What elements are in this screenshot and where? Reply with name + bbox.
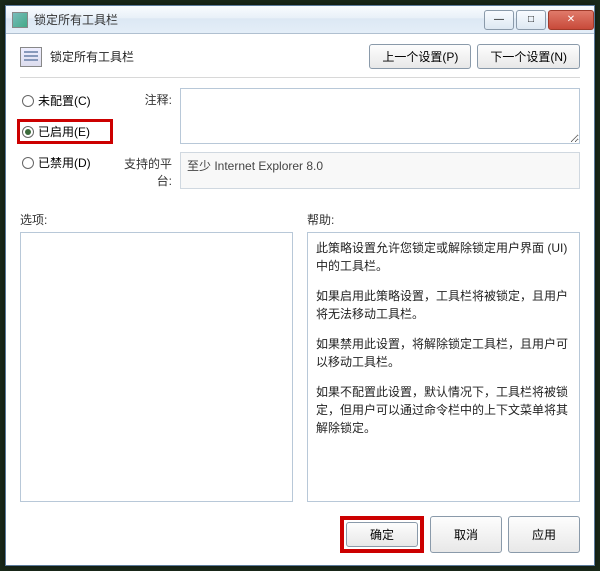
radio-enabled[interactable]: 已启用(E): [17, 119, 113, 144]
apply-button[interactable]: 应用: [508, 516, 580, 553]
close-button[interactable]: ✕: [548, 10, 594, 30]
platform-value: 至少 Internet Explorer 8.0: [180, 152, 580, 189]
footer: 确定 取消 应用: [6, 506, 594, 565]
comment-input[interactable]: [180, 88, 580, 144]
ok-button[interactable]: 确定: [346, 522, 418, 547]
options-label: 选项:: [20, 211, 293, 228]
content-area: 锁定所有工具栏 上一个设置(P) 下一个设置(N) 未配置(C) 已启用(E): [6, 34, 594, 506]
app-icon: [12, 12, 28, 28]
page-title: 锁定所有工具栏: [50, 48, 369, 65]
help-paragraph: 此策略设置允许您锁定或解除锁定用户界面 (UI) 中的工具栏。: [316, 239, 571, 275]
next-setting-button[interactable]: 下一个设置(N): [477, 44, 580, 69]
config-area: 未配置(C) 已启用(E) 已禁用(D) 注释: 支持的平台:: [20, 88, 580, 197]
maximize-button[interactable]: □: [516, 10, 546, 30]
help-paragraph: 如果启用此策略设置，工具栏将被锁定，且用户将无法移动工具栏。: [316, 287, 571, 323]
help-label: 帮助:: [307, 211, 580, 228]
titlebar[interactable]: 锁定所有工具栏 — □ ✕: [6, 6, 594, 34]
radio-icon: [22, 95, 34, 107]
window-title: 锁定所有工具栏: [34, 11, 482, 28]
nav-buttons: 上一个设置(P) 下一个设置(N): [369, 44, 580, 69]
cancel-button[interactable]: 取消: [430, 516, 502, 553]
radio-label: 已启用(E): [38, 123, 90, 140]
lower-panels: 选项: 帮助: 此策略设置允许您锁定或解除锁定用户界面 (UI) 中的工具栏。 …: [20, 211, 580, 502]
options-column: 选项:: [20, 211, 293, 502]
dialog-window: 锁定所有工具栏 — □ ✕ 锁定所有工具栏 上一个设置(P) 下一个设置(N) …: [5, 5, 595, 566]
radio-group: 未配置(C) 已启用(E) 已禁用(D): [20, 88, 110, 197]
ok-highlight: 确定: [340, 516, 424, 553]
help-paragraph: 如果禁用此设置，将解除锁定工具栏，且用户可以移动工具栏。: [316, 335, 571, 371]
comment-label: 注释:: [120, 88, 180, 144]
options-box[interactable]: [20, 232, 293, 502]
radio-label: 未配置(C): [38, 92, 91, 109]
window-controls: — □ ✕: [482, 10, 594, 30]
platform-row: 支持的平台: 至少 Internet Explorer 8.0: [120, 152, 580, 189]
header-row: 锁定所有工具栏 上一个设置(P) 下一个设置(N): [20, 44, 580, 69]
radio-not-configured[interactable]: 未配置(C): [20, 90, 110, 111]
comment-row: 注释:: [120, 88, 580, 144]
policy-icon: [20, 47, 42, 67]
radio-label: 已禁用(D): [38, 154, 91, 171]
radio-icon: [22, 126, 34, 138]
help-column: 帮助: 此策略设置允许您锁定或解除锁定用户界面 (UI) 中的工具栏。 如果启用…: [307, 211, 580, 502]
help-box[interactable]: 此策略设置允许您锁定或解除锁定用户界面 (UI) 中的工具栏。 如果启用此策略设…: [307, 232, 580, 502]
minimize-button[interactable]: —: [484, 10, 514, 30]
radio-disabled[interactable]: 已禁用(D): [20, 152, 110, 173]
platform-label: 支持的平台:: [120, 152, 180, 189]
radio-icon: [22, 157, 34, 169]
divider: [20, 77, 580, 78]
prev-setting-button[interactable]: 上一个设置(P): [369, 44, 471, 69]
fields-column: 注释: 支持的平台: 至少 Internet Explorer 8.0: [120, 88, 580, 197]
help-paragraph: 如果不配置此设置，默认情况下，工具栏将被锁定，但用户可以通过命令栏中的上下文菜单…: [316, 383, 571, 437]
